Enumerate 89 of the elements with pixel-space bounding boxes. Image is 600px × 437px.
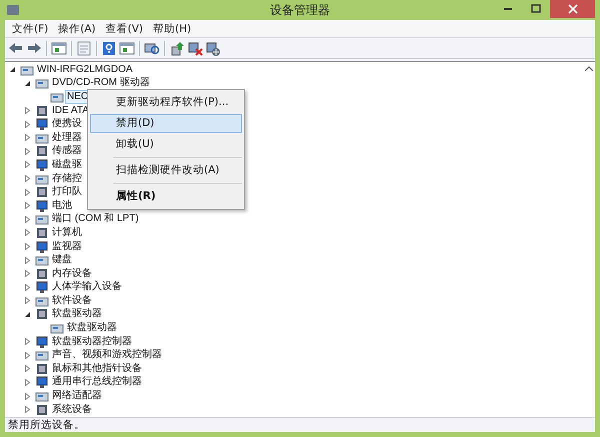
- collapse-arrow-icon[interactable]: [24, 310, 31, 318]
- expand-arrow-icon[interactable]: [24, 352, 31, 359]
- menu-item[interactable]: 禁用(D): [90, 114, 242, 133]
- expand-arrow-icon[interactable]: [24, 175, 31, 182]
- device-icon: [35, 198, 49, 213]
- expand-arrow-icon[interactable]: [24, 120, 31, 128]
- add-device-icon[interactable]: [205, 40, 221, 56]
- device-icon: [35, 266, 49, 281]
- back-arrow-icon[interactable]: [8, 40, 24, 56]
- tree-item[interactable]: DVD/CD-ROM 驱动器: [50, 76, 152, 90]
- scroll-up-icon[interactable]: [584, 66, 592, 71]
- tree-item[interactable]: 软件设备: [50, 294, 94, 308]
- window-icon[interactable]: [119, 40, 135, 56]
- tree-item[interactable]: 内存设备: [50, 266, 94, 281]
- tree-item[interactable]: 传感器: [50, 144, 84, 158]
- tree-item[interactable]: 磁盘驱: [50, 158, 84, 172]
- menu-item[interactable]: 卸载(U): [90, 135, 242, 154]
- device-icon: [35, 402, 49, 417]
- expand-arrow-icon[interactable]: [24, 256, 31, 264]
- forward-arrow-icon[interactable]: [26, 40, 42, 56]
- menu-item[interactable]: 文件(F): [9, 22, 56, 36]
- monitor-search-icon[interactable]: [144, 40, 160, 56]
- device-icon: [35, 334, 49, 349]
- tree-item[interactable]: 电池: [50, 198, 74, 213]
- device-icon: [35, 144, 49, 158]
- device-icon: [35, 158, 49, 172]
- expand-arrow-icon[interactable]: [24, 392, 31, 400]
- window-title: 设备管理器: [269, 2, 331, 18]
- menu-item[interactable]: 帮助(H): [150, 22, 198, 36]
- tree-item[interactable]: 便携设: [50, 117, 84, 132]
- status-text: 禁用所选设备。: [5, 417, 595, 432]
- close-button[interactable]: [550, 0, 595, 18]
- tree-item[interactable]: 键盘: [50, 253, 74, 268]
- expand-arrow-icon[interactable]: [24, 270, 31, 278]
- tree-item[interactable]: 声音、视频和游戏控制器: [50, 348, 164, 362]
- tree-item[interactable]: 人体学输入设备: [50, 280, 124, 294]
- tree-item[interactable]: 网络适配器: [50, 389, 104, 404]
- tree-item[interactable]: 软盘驱动器: [50, 307, 104, 322]
- sheet-icon[interactable]: [76, 40, 92, 56]
- device-icon: [35, 375, 49, 390]
- expand-arrow-icon[interactable]: [24, 229, 31, 236]
- expand-arrow-icon[interactable]: [24, 161, 31, 168]
- tree-item[interactable]: 软盘驱动器: [65, 321, 119, 336]
- tree-item[interactable]: 计算机: [50, 226, 84, 240]
- menu-item[interactable]: 更新驱动程序软件(P)...: [90, 93, 242, 112]
- expand-arrow-icon[interactable]: [24, 216, 31, 223]
- menu-item[interactable]: 扫描检测硬件改动(A): [90, 161, 242, 180]
- device-icon: [35, 307, 49, 322]
- tree-item[interactable]: 软盘驱动器控制器: [50, 334, 134, 349]
- device-icon: [35, 104, 49, 118]
- menu-item[interactable]: 属性(R): [90, 187, 242, 206]
- tree-item[interactable]: 存储控: [50, 172, 84, 186]
- tree-item[interactable]: 端口 (COM 和 LPT): [50, 212, 141, 226]
- tree-item[interactable]: 系统设备: [50, 402, 94, 417]
- menu-item[interactable]: 操作(A): [55, 22, 103, 36]
- tree-item[interactable]: 通用串行总线控制器: [50, 375, 144, 390]
- tree-item[interactable]: 处理器: [50, 130, 84, 145]
- expand-arrow-icon[interactable]: [24, 202, 31, 210]
- device-icon: [35, 226, 49, 240]
- expand-arrow-icon[interactable]: [24, 406, 31, 414]
- help-icon[interactable]: [101, 40, 117, 56]
- device-icon: [35, 117, 49, 132]
- expand-arrow-icon[interactable]: [24, 107, 31, 114]
- device-icon: [35, 185, 49, 200]
- expand-arrow-icon[interactable]: [24, 284, 31, 291]
- tree-item[interactable]: 监视器: [50, 240, 84, 254]
- tree-item[interactable]: 打印队: [50, 185, 84, 200]
- expand-arrow-icon[interactable]: [24, 378, 31, 386]
- collapse-arrow-icon[interactable]: [24, 80, 31, 87]
- minimize-icon: [504, 8, 512, 10]
- tree-item[interactable]: WIN-IRFG2LMGDOA: [35, 62, 135, 77]
- collapse-arrow-icon[interactable]: [9, 66, 16, 74]
- device-icon: [35, 362, 49, 376]
- expand-arrow-icon[interactable]: [24, 188, 31, 196]
- remove-device-icon[interactable]: [187, 40, 203, 56]
- menu-item[interactable]: 查看(V): [102, 22, 150, 36]
- expand-arrow-icon[interactable]: [24, 134, 31, 142]
- expand-arrow-icon[interactable]: [24, 338, 31, 346]
- maximize-icon: [531, 4, 541, 14]
- window-icon[interactable]: [51, 40, 67, 56]
- tree-item[interactable]: 鼠标和其他指针设备: [50, 362, 144, 376]
- device-icon: [35, 280, 49, 294]
- close-icon: [568, 4, 578, 14]
- expand-arrow-icon[interactable]: [24, 148, 31, 155]
- device-icon: [35, 240, 49, 254]
- update-arrow-icon[interactable]: [169, 40, 185, 56]
- expand-arrow-icon[interactable]: [24, 297, 31, 304]
- expand-arrow-icon[interactable]: [24, 243, 31, 250]
- expand-arrow-icon[interactable]: [24, 365, 31, 372]
